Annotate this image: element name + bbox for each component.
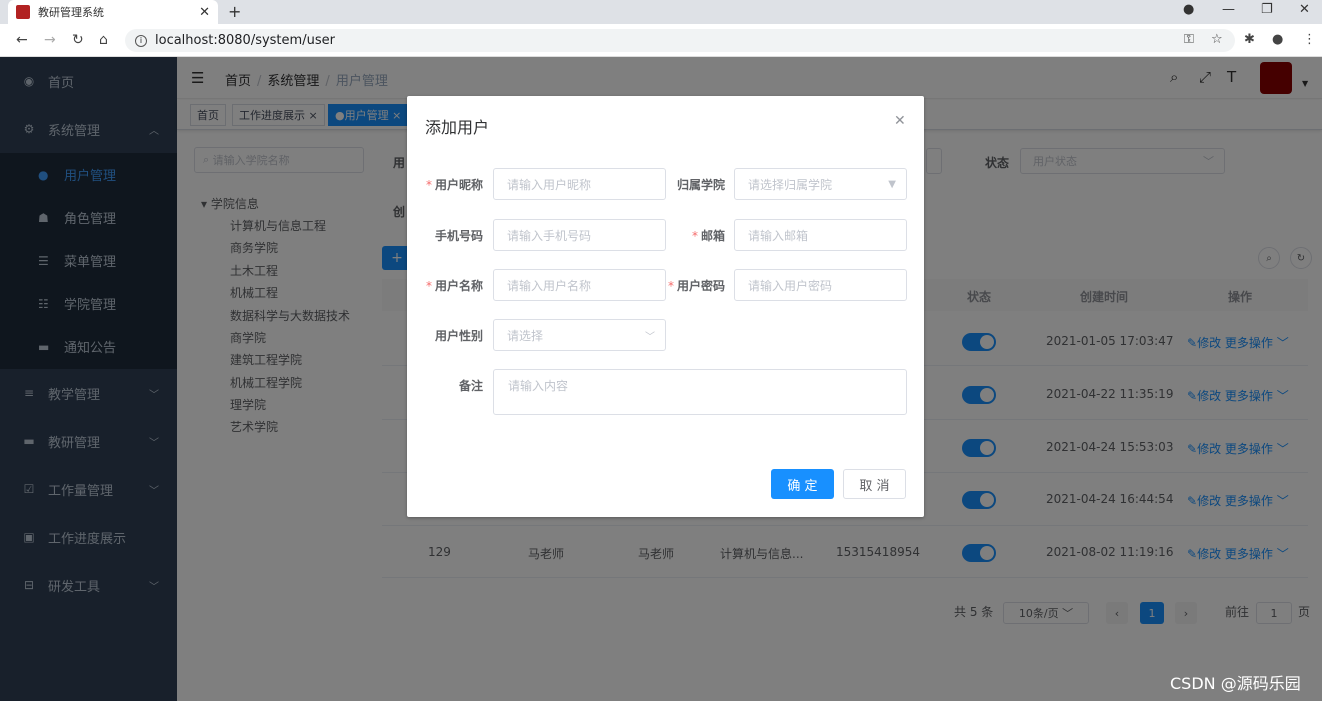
gender-select[interactable]: 请选择 ﹀ xyxy=(493,319,666,351)
remark-placeholder: 请输入内容 xyxy=(508,379,569,393)
nickname-input[interactable]: 请输入用户昵称 xyxy=(493,168,666,200)
window-close-icon[interactable]: ✕ xyxy=(1299,2,1310,17)
new-tab-icon[interactable]: + xyxy=(228,2,241,21)
nickname-label-text: 用户昵称 xyxy=(434,178,483,192)
cancel-button[interactable]: 取 消 xyxy=(843,469,906,499)
add-user-dialog: 添加用户 ✕ * 用户昵称 请输入用户昵称 归属学院 请选择归属学院 ▼ 手机号码 … xyxy=(407,96,924,517)
gender-placeholder: 请选择 xyxy=(507,328,544,343)
caret-down-icon: ▼ xyxy=(888,178,896,190)
restore-icon[interactable]: ❐ xyxy=(1261,2,1273,17)
password-label: * 用户密码 xyxy=(667,279,725,293)
chevron-down-icon: ﹀ xyxy=(645,331,655,343)
url-text: localhost:8080/system/user xyxy=(155,33,335,48)
url-bar[interactable]: i localhost:8080/system/user xyxy=(125,29,1235,52)
browser-tab[interactable]: 教研管理系统 ✕ xyxy=(8,0,218,24)
phone-placeholder: 请输入手机号码 xyxy=(507,228,592,243)
password-label-text: 用户密码 xyxy=(676,279,725,293)
browser-tab-title: 教研管理系统 xyxy=(38,6,104,19)
remark-textarea[interactable]: 请输入内容 xyxy=(493,369,907,415)
key-icon[interactable]: ⚿ xyxy=(1184,32,1194,47)
phone-input[interactable]: 请输入手机号码 xyxy=(493,219,666,251)
username-label: * 用户名称 xyxy=(425,279,483,293)
confirm-button[interactable]: 确 定 xyxy=(771,469,834,499)
reload-icon[interactable]: ↻ xyxy=(72,32,84,48)
password-input[interactable]: 请输入用户密码 xyxy=(734,269,907,301)
back-icon[interactable]: ← xyxy=(16,32,28,48)
close-tab-icon[interactable]: ✕ xyxy=(199,5,210,20)
watermark: CSDN @源码乐园 xyxy=(1170,674,1301,693)
college-placeholder: 请选择归属学院 xyxy=(748,177,833,192)
home-icon[interactable]: ⌂ xyxy=(99,32,108,48)
phone-label: 手机号码 xyxy=(434,229,483,243)
close-icon[interactable]: ✕ xyxy=(894,113,906,129)
site-info-icon[interactable]: i xyxy=(135,34,147,47)
nickname-label: * 用户昵称 xyxy=(425,178,483,192)
profile-badge-icon[interactable]: ● xyxy=(1183,2,1194,17)
address-toolbar: ← → ↻ ⌂ i localhost:8080/system/user ⚿ ☆… xyxy=(0,24,1322,57)
email-label-text: 邮箱 xyxy=(700,229,725,243)
remark-label: 备注 xyxy=(458,379,483,393)
dialog-title: 添加用户 xyxy=(425,118,490,137)
college-select[interactable]: 请选择归属学院 ▼ xyxy=(734,168,907,200)
favicon-icon xyxy=(16,5,30,19)
forward-icon[interactable]: → xyxy=(44,32,56,48)
college-label: 归属学院 xyxy=(676,178,725,192)
minimize-icon[interactable]: — xyxy=(1222,2,1235,17)
username-placeholder: 请输入用户名称 xyxy=(507,278,592,293)
account-icon[interactable]: ● xyxy=(1272,32,1283,47)
extensions-icon[interactable]: ✱ xyxy=(1244,32,1255,47)
nickname-placeholder: 请输入用户昵称 xyxy=(507,177,592,192)
gender-label: 用户性别 xyxy=(434,329,483,343)
username-label-text: 用户名称 xyxy=(434,279,483,293)
browser-tabstrip: 教研管理系统 ✕ + ● — ❐ ✕ xyxy=(0,0,1322,24)
star-icon[interactable]: ☆ xyxy=(1211,32,1223,47)
menu-kebab-icon[interactable]: ⋮ xyxy=(1303,32,1316,47)
password-placeholder: 请输入用户密码 xyxy=(748,278,833,293)
email-placeholder: 请输入邮箱 xyxy=(748,228,809,243)
email-input[interactable]: 请输入邮箱 xyxy=(734,219,907,251)
username-input[interactable]: 请输入用户名称 xyxy=(493,269,666,301)
email-label: * 邮箱 xyxy=(691,229,725,243)
